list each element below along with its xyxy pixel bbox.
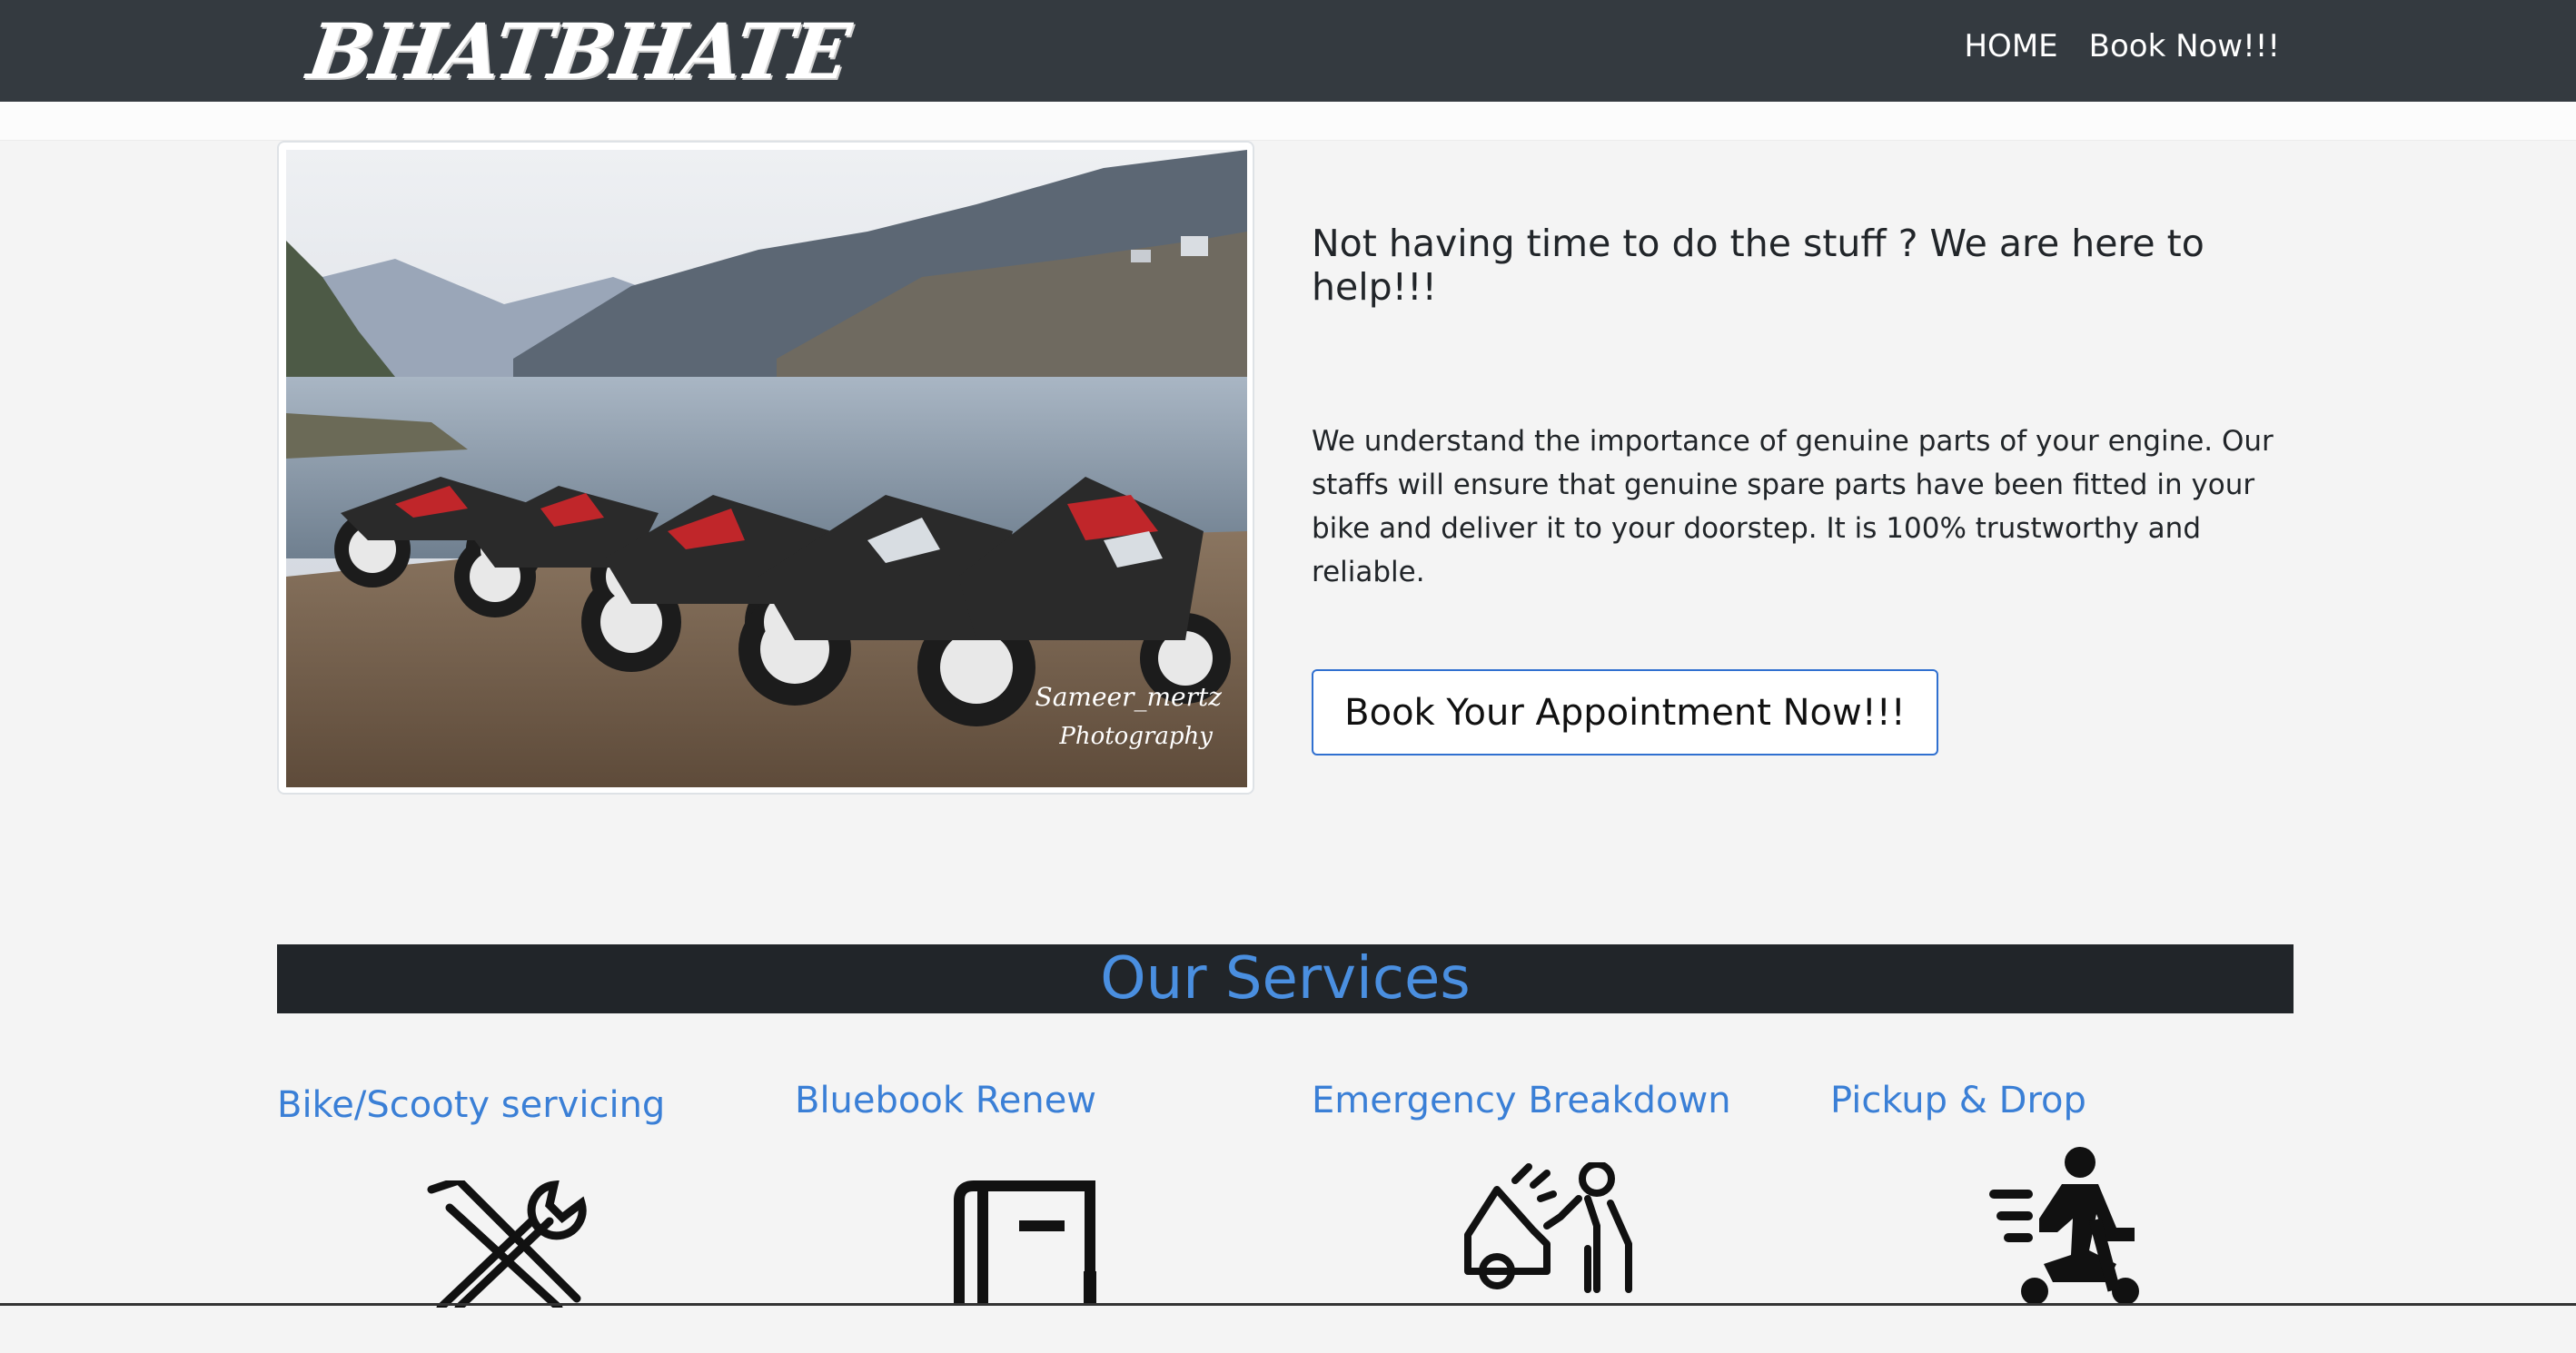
nav-home-link[interactable]: HOME bbox=[1964, 24, 2057, 69]
book-appointment-button[interactable]: Book Your Appointment Now!!! bbox=[1312, 669, 1938, 756]
wrench-screwdriver-icon bbox=[422, 1175, 595, 1353]
nav-book-link[interactable]: Book Now!!! bbox=[2089, 24, 2280, 69]
image-watermark-line1: Sameer_mertz bbox=[1035, 682, 1223, 712]
hero-heading: Not having time to do the stuff ? We are… bbox=[1312, 222, 2204, 309]
nav-links: HOME Book Now!!! bbox=[1964, 24, 2280, 69]
service-item-servicing[interactable]: Bike/Scooty servicing bbox=[277, 1081, 768, 1130]
car-breakdown-icon bbox=[1461, 1160, 1633, 1335]
service-title: Bike/Scooty servicing bbox=[277, 1084, 666, 1126]
service-item-bluebook[interactable]: Bluebook Renew bbox=[795, 1076, 1285, 1125]
image-watermark-line2: Photography bbox=[1058, 723, 1213, 750]
book-icon bbox=[954, 1180, 1126, 1353]
navbar: BHATBHATE HOME Book Now!!! bbox=[0, 0, 2576, 102]
hero-description: We understand the importance of genuine … bbox=[1312, 425, 2274, 588]
service-item-breakdown[interactable]: Emergency Breakdown bbox=[1312, 1076, 1802, 1125]
service-title: Pickup & Drop bbox=[1830, 1080, 2086, 1121]
services-header: Our Services bbox=[277, 944, 2294, 1013]
hero-image-frame: Sameer_mertz Photography bbox=[277, 141, 1254, 795]
service-title: Bluebook Renew bbox=[795, 1080, 1097, 1121]
service-item-pickup[interactable]: Pickup & Drop bbox=[1830, 1076, 2321, 1125]
service-title: Emergency Breakdown bbox=[1312, 1080, 1731, 1121]
hero-image: Sameer_mertz Photography bbox=[286, 150, 1247, 787]
services-title: Our Services bbox=[1100, 945, 1471, 1012]
brand-logo[interactable]: BHATBHATE bbox=[302, 5, 854, 96]
scooter-delivery-icon bbox=[1989, 1146, 2162, 1318]
navbar-spacer bbox=[0, 102, 2576, 141]
